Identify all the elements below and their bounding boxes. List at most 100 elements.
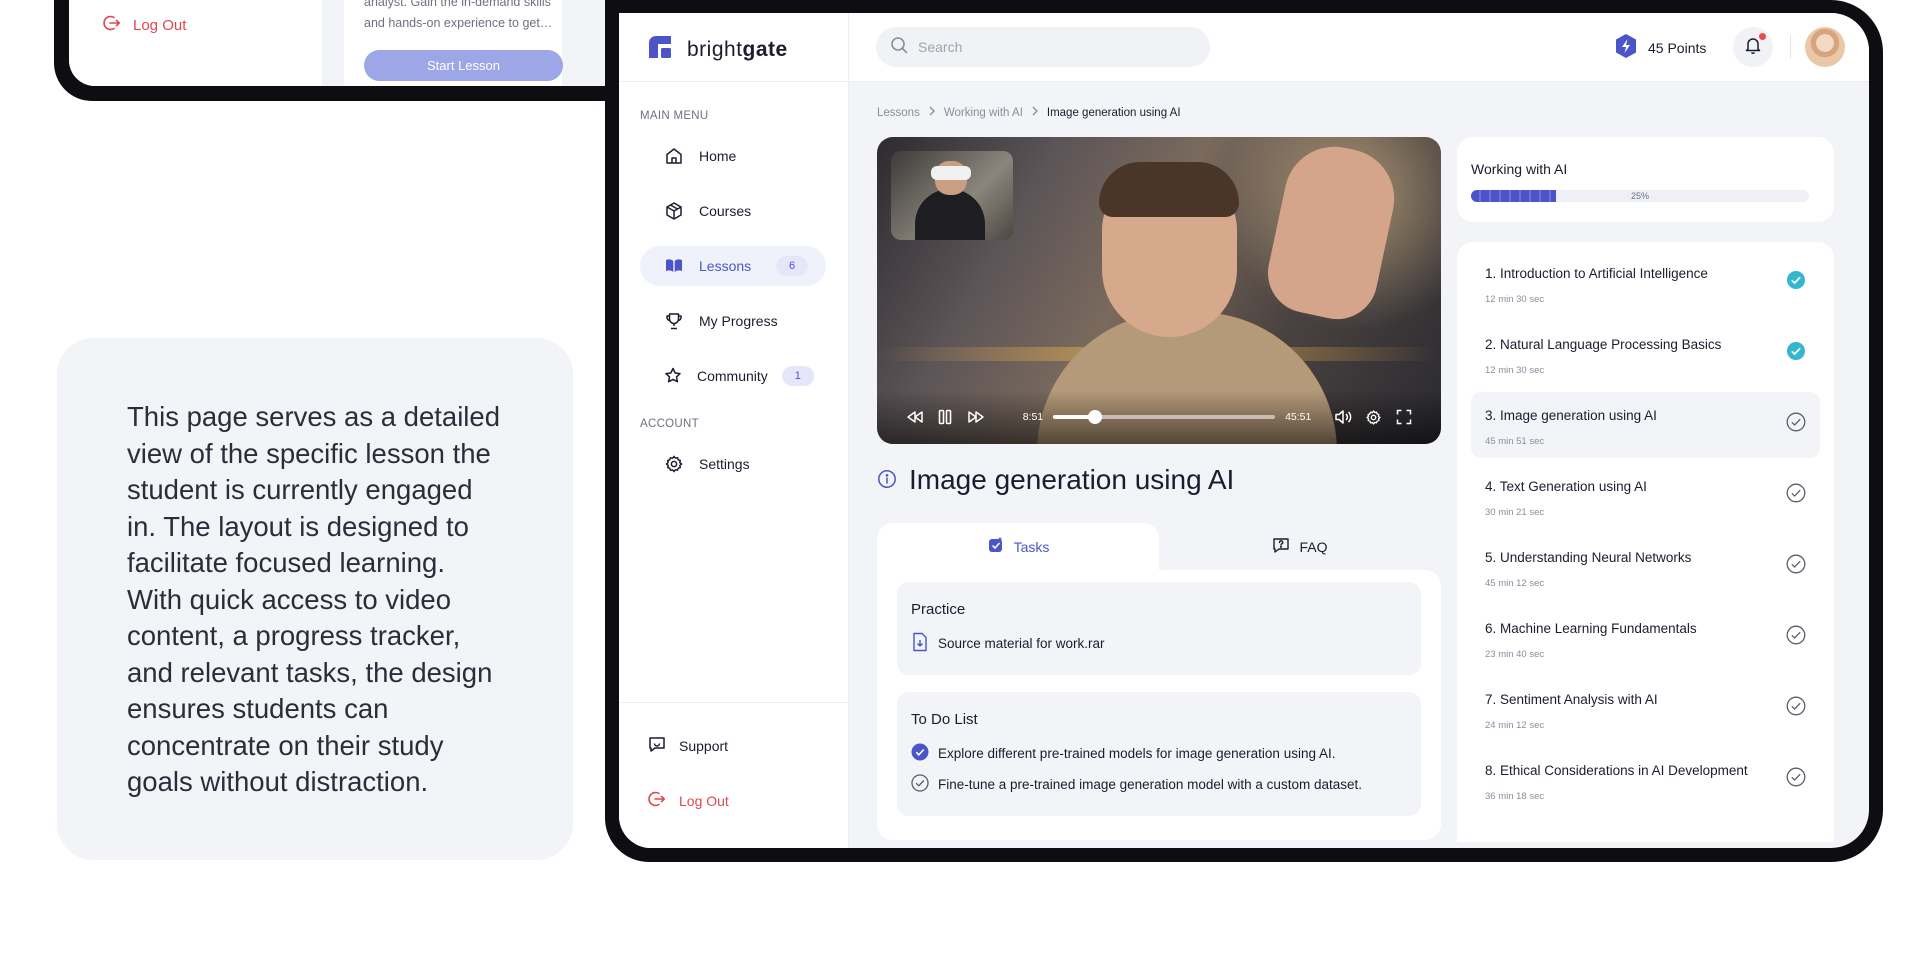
- description-card: This page serves as a detailed view of t…: [57, 338, 573, 860]
- logout-icon: [647, 789, 667, 812]
- unchecked-circle-icon[interactable]: [911, 774, 929, 795]
- sidebar-item-label: Home: [699, 148, 737, 164]
- practice-file[interactable]: Source material for work.rar: [911, 632, 1105, 655]
- lesson-item-title: 7. Sentiment Analysis with AI: [1485, 692, 1658, 707]
- lesson-list-item[interactable]: 8. Ethical Considerations in AI Developm…: [1471, 747, 1820, 813]
- todo-item-text: Explore different pre-trained models for…: [938, 746, 1336, 761]
- info-icon[interactable]: [877, 464, 897, 496]
- lesson-item-duration: 30 min 21 sec: [1485, 507, 1545, 518]
- user-avatar[interactable]: [1805, 27, 1845, 67]
- elapsed-time: 8:51: [1022, 411, 1044, 423]
- logout-link[interactable]: Log Out: [647, 789, 729, 812]
- points-display[interactable]: 45 Points: [1614, 33, 1706, 62]
- search-input[interactable]: [918, 39, 1188, 55]
- tab-faq-label: FAQ: [1299, 538, 1328, 555]
- sidebar-item-label: Lessons: [699, 258, 752, 274]
- sidebar-item-my-progress[interactable]: My Progress: [640, 301, 826, 341]
- pip-vr-headset: [931, 166, 971, 180]
- lesson-list-item[interactable]: 5. Understanding Neural Networks 45 min …: [1471, 534, 1820, 600]
- box-icon: [663, 200, 685, 222]
- todo-item[interactable]: Fine-tune a pre-trained image generation…: [911, 774, 1362, 795]
- settings-gear-icon[interactable]: [1364, 407, 1384, 427]
- checked-circle-icon[interactable]: [911, 743, 929, 764]
- lesson-item-title: 1. Introduction to Artificial Intelligen…: [1485, 266, 1708, 281]
- previous-screen: Log Out analyst. Gain the in-demand skil…: [69, 0, 639, 86]
- search-box[interactable]: [876, 27, 1210, 67]
- tab-faq[interactable]: FAQ: [1159, 523, 1441, 570]
- lesson-title-text: Image generation using AI: [909, 464, 1235, 495]
- picture-in-picture-thumbnail[interactable]: [891, 151, 1013, 240]
- lesson-item-duration: 45 min 12 sec: [1485, 578, 1545, 589]
- practice-file-name: Source material for work.rar: [938, 636, 1105, 651]
- notifications-button[interactable]: [1733, 27, 1773, 67]
- previous-card-text: analyst. Gain the in-demand skills and h…: [364, 0, 553, 30]
- fullscreen-icon[interactable]: [1394, 407, 1414, 427]
- tasks-icon: [987, 536, 1005, 557]
- previous-logout-link[interactable]: Log Out: [102, 13, 186, 37]
- lesson-list-item[interactable]: 7. Sentiment Analysis with AI 24 min 12 …: [1471, 676, 1820, 742]
- lesson-item-duration: 23 min 40 sec: [1485, 649, 1545, 660]
- chevron-right-icon: [928, 106, 936, 119]
- account-label: ACCOUNT: [640, 418, 699, 430]
- completed-check-icon: [1787, 342, 1805, 360]
- sidebar-item-label: My Progress: [699, 313, 778, 329]
- todo-box: To Do List Explore different pre-trained…: [897, 692, 1421, 816]
- support-link[interactable]: Support: [647, 734, 728, 757]
- breadcrumb: Lessons Working with AI Image generation…: [877, 106, 1181, 119]
- sidebar-item-settings[interactable]: Settings: [640, 444, 826, 484]
- previous-main: analyst. Gain the in-demand skills and h…: [322, 0, 639, 86]
- pending-check-icon: [1786, 696, 1806, 716]
- video-controls: 8:51 45:51: [877, 390, 1441, 444]
- start-lesson-button[interactable]: Start Lesson: [364, 50, 563, 81]
- pending-check-icon: [1786, 412, 1806, 432]
- sidebar-item-home[interactable]: Home: [640, 136, 826, 176]
- pending-check-icon: [1786, 483, 1806, 503]
- volume-icon[interactable]: [1333, 407, 1353, 427]
- lesson-item-title: 6. Machine Learning Fundamentals: [1485, 621, 1697, 636]
- support-icon: [647, 734, 667, 757]
- brand-logo[interactable]: brightgate: [647, 34, 788, 65]
- todo-title: To Do List: [911, 711, 978, 728]
- description-text: This page serves as a detailed view of t…: [127, 401, 500, 797]
- seek-bar[interactable]: [1053, 410, 1276, 424]
- lessons-count-badge: 6: [776, 256, 808, 276]
- tab-tasks[interactable]: Tasks: [877, 523, 1159, 570]
- fast-forward-icon[interactable]: [966, 407, 986, 427]
- sidebar-item-label: Community: [697, 368, 768, 384]
- main-menu-label: MAIN MENU: [640, 110, 709, 122]
- support-label: Support: [679, 737, 729, 754]
- download-file-icon: [911, 632, 929, 655]
- pending-check-icon: [1786, 554, 1806, 574]
- points-label: 45 Points: [1648, 39, 1707, 56]
- tasks-panel: Practice Source material for work.rar To…: [877, 570, 1441, 840]
- pending-check-icon: [1786, 625, 1806, 645]
- todo-item[interactable]: Explore different pre-trained models for…: [911, 743, 1335, 764]
- video-player[interactable]: 8:51 45:51: [877, 137, 1441, 444]
- lesson-list-item-current[interactable]: 3. Image generation using AI 45 min 51 s…: [1471, 392, 1820, 458]
- lesson-list-item[interactable]: 6. Machine Learning Fundamentals 23 min …: [1471, 605, 1820, 671]
- search-icon: [890, 36, 908, 59]
- pause-icon[interactable]: [936, 407, 956, 427]
- lesson-item-duration: 12 min 30 sec: [1485, 294, 1545, 305]
- breadcrumb-current: Image generation using AI: [1046, 106, 1181, 119]
- seek-bar-handle[interactable]: [1088, 410, 1103, 424]
- practice-box: Practice Source material for work.rar: [897, 582, 1421, 675]
- course-progress-bar: 25%: [1471, 190, 1809, 202]
- lesson-list-item[interactable]: 4. Text Generation using AI 30 min 21 se…: [1471, 463, 1820, 529]
- lesson-list-item[interactable]: 2. Natural Language Processing Basics 12…: [1471, 321, 1820, 387]
- sidebar-item-label: Settings: [699, 456, 750, 472]
- lesson-item-duration: 12 min 30 sec: [1485, 365, 1545, 376]
- previous-sidebar: Log Out: [69, 0, 322, 86]
- practice-title: Practice: [911, 601, 966, 618]
- breadcrumb-course[interactable]: Working with AI: [944, 107, 1023, 119]
- sidebar-divider: [619, 81, 849, 82]
- sidebar-item-community[interactable]: Community 1: [640, 356, 826, 396]
- sidebar-item-courses[interactable]: Courses: [640, 191, 826, 231]
- breadcrumb-lessons[interactable]: Lessons: [877, 107, 920, 119]
- points-bolt-icon: [1614, 33, 1638, 62]
- rewind-icon[interactable]: [905, 407, 925, 427]
- previous-course-card: analyst. Gain the in-demand skills and h…: [344, 0, 563, 86]
- previous-logout-label: Log Out: [133, 16, 187, 34]
- lesson-list-item[interactable]: 1. Introduction to Artificial Intelligen…: [1471, 250, 1820, 316]
- sidebar-item-lessons[interactable]: Lessons 6: [640, 246, 826, 286]
